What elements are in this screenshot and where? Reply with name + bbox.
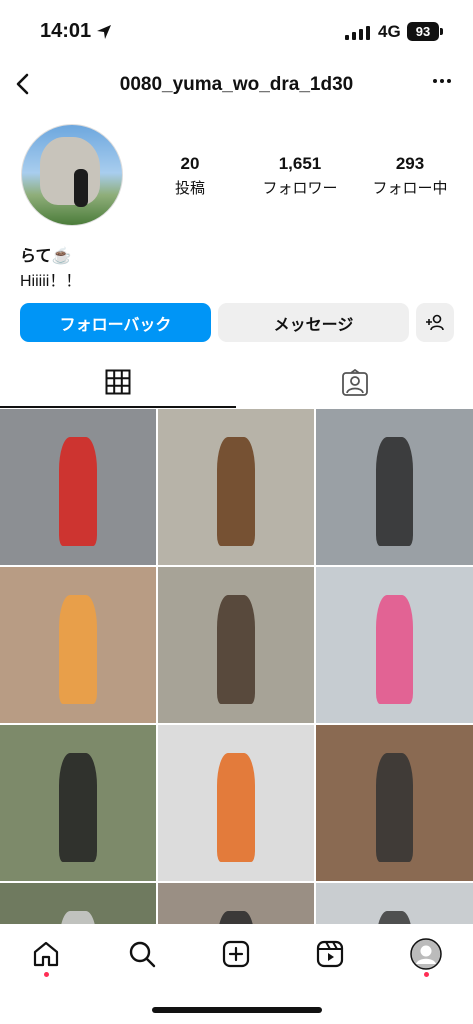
stat-label: 投稿 — [174, 180, 205, 197]
post-subject — [59, 595, 97, 705]
bio-text: Hiiiii！！ — [20, 273, 82, 290]
profile-icon — [410, 938, 442, 970]
home-icon — [33, 941, 59, 967]
stat-label: フォロワー — [262, 180, 338, 197]
stat-label: フォロー中 — [372, 180, 448, 197]
nav-profile[interactable] — [406, 934, 446, 974]
nav-reels[interactable] — [310, 934, 350, 974]
post-subject — [375, 753, 414, 863]
post-thumbnail[interactable] — [316, 725, 473, 881]
post-thumbnail[interactable] — [158, 725, 314, 881]
grid-icon — [105, 369, 131, 395]
post-subject — [375, 437, 414, 547]
search-icon — [129, 941, 156, 968]
avatar-rock — [40, 137, 100, 205]
stat-posts[interactable]: 20 投稿 — [135, 154, 245, 198]
bio-name: らて☕️ — [20, 248, 72, 265]
profile-header: 0080_yuma_wo_dra_1d30 — [0, 62, 473, 106]
nav-search[interactable] — [122, 934, 162, 974]
post-subject — [59, 753, 97, 863]
battery-nub — [440, 28, 443, 35]
location-arrow-icon — [97, 25, 111, 39]
post-subject — [217, 595, 255, 705]
profile-content-tabs — [0, 358, 473, 408]
profile-notification-dot — [424, 972, 429, 977]
stat-followers[interactable]: 1,651 フォロワー — [245, 154, 355, 198]
tagged-person-icon — [342, 369, 368, 396]
post-thumbnail[interactable] — [0, 409, 156, 565]
profile-stats: 20 投稿 1,651 フォロワー 293 フォロー中 — [135, 154, 465, 198]
post-subject — [217, 437, 255, 547]
stat-value: 20 — [180, 154, 200, 173]
post-thumbnail[interactable] — [0, 567, 156, 723]
cellular-signal-icon — [345, 26, 370, 40]
status-time: 14:01 — [40, 20, 92, 42]
status-bar: 14:01 4G 93 — [0, 0, 473, 62]
home-indicator — [152, 1007, 322, 1013]
post-thumbnail[interactable] — [316, 409, 473, 565]
stat-value: 1,651 — [278, 154, 322, 173]
follow-back-button[interactable]: フォローバック — [20, 303, 211, 342]
reels-icon — [316, 940, 344, 968]
create-icon — [222, 940, 250, 968]
nav-create[interactable] — [216, 934, 256, 974]
suggest-user-button[interactable] — [416, 303, 454, 342]
stat-following[interactable]: 293 フォロー中 — [355, 154, 465, 198]
nav-home[interactable] — [26, 934, 66, 974]
battery-level: 93 — [415, 24, 431, 39]
post-thumbnail[interactable] — [316, 567, 473, 723]
post-subject — [217, 753, 255, 863]
post-thumbnail[interactable] — [158, 409, 314, 565]
home-notification-dot — [44, 972, 49, 977]
stat-value: 293 — [395, 154, 425, 173]
profile-username: 0080_yuma_wo_dra_1d30 — [119, 74, 354, 95]
post-thumbnail[interactable] — [0, 725, 156, 881]
battery-icon: 93 — [407, 22, 439, 41]
post-subject — [59, 437, 97, 547]
post-thumbnail[interactable] — [158, 567, 314, 723]
add-person-icon — [426, 314, 444, 330]
avatar-person — [74, 169, 88, 207]
post-subject — [375, 595, 414, 705]
network-type: 4G — [378, 22, 401, 41]
message-button[interactable]: メッセージ — [218, 303, 409, 342]
profile-avatar[interactable] — [21, 124, 123, 226]
tab-posts-grid[interactable] — [0, 358, 236, 408]
more-options-icon[interactable] — [433, 79, 451, 83]
tab-tagged[interactable] — [237, 358, 473, 408]
